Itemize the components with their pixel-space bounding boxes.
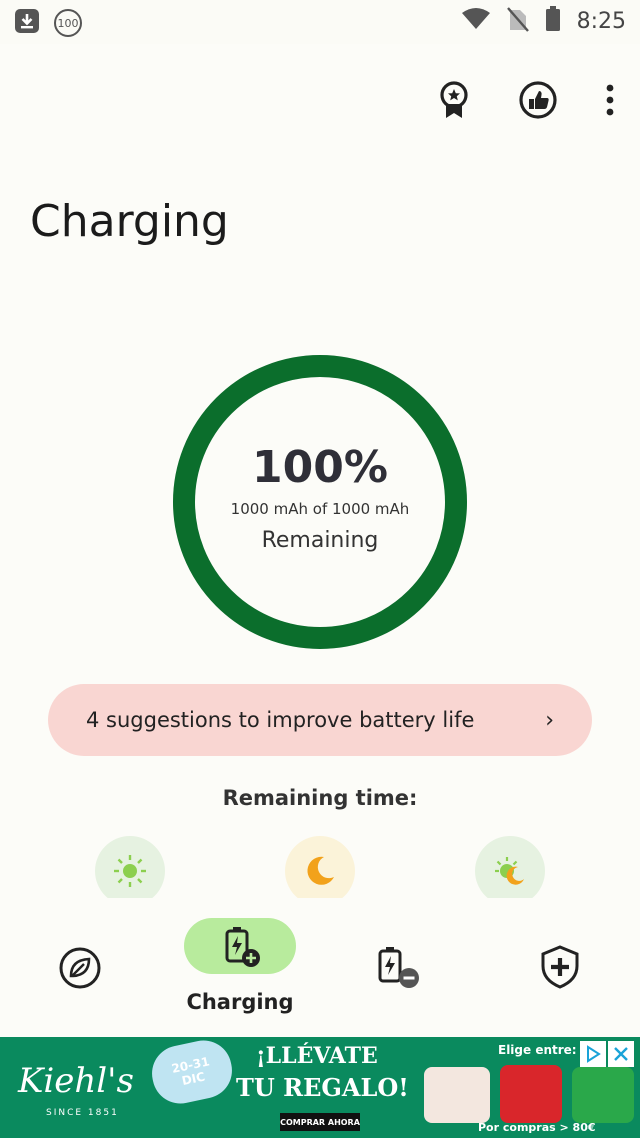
remaining-time-title: Remaining time: [222, 786, 418, 810]
status-bar: 100 8:25 [0, 0, 640, 44]
moon-icon [307, 856, 334, 885]
ad-brand-logo: Kiehl's [18, 1061, 134, 1101]
ad-headline-2: TU REGALO! [236, 1073, 409, 1102]
more-vert-icon [606, 84, 614, 116]
suggestions-button[interactable]: 4 suggestions to improve battery life › [48, 684, 592, 756]
ad-condition-text: Por compras > 80€ [478, 1121, 596, 1134]
ad-product-image [424, 1067, 490, 1123]
ad-choose-text: Elige entre: [498, 1043, 577, 1057]
top-actions [432, 78, 620, 122]
battery-status-icon [545, 6, 561, 36]
more-options-button[interactable] [600, 78, 620, 122]
nav-active-indicator [184, 918, 296, 974]
ad-choices-icon [587, 1045, 601, 1063]
nav-item-eco[interactable] [58, 946, 102, 990]
ad-choices-button[interactable] [580, 1041, 606, 1067]
download-notification-icon [14, 8, 40, 38]
remaining-time-modes [0, 836, 640, 898]
ad-cta-button[interactable]: COMPRAR AHORA [280, 1113, 360, 1131]
suggestions-text: 4 suggestions to improve battery life [86, 708, 475, 732]
battery-percent: 100% [252, 441, 388, 493]
bottom-navigation: Charging [0, 898, 640, 1036]
close-icon [614, 1047, 628, 1061]
battery-state: Remaining [261, 527, 379, 553]
achievements-button[interactable] [432, 78, 476, 122]
rate-button[interactable] [516, 78, 560, 122]
chevron-right-icon: › [545, 707, 554, 733]
sun-moon-icon [495, 857, 524, 885]
ad-brand-since: SINCE 1851 [46, 1108, 119, 1118]
mode-auto[interactable] [475, 836, 545, 898]
ad-product-image [572, 1067, 634, 1123]
no-sim-icon [506, 6, 529, 36]
ad-date-badge: 20-31 DIC [146, 1037, 238, 1109]
nav-item-charging[interactable]: Charging [184, 918, 296, 1014]
shield-plus-icon [541, 945, 579, 989]
page-title: Charging [30, 196, 229, 247]
sun-icon [114, 855, 146, 887]
nav-item-discharging[interactable] [376, 944, 424, 990]
mode-night[interactable] [285, 836, 355, 898]
award-badge-icon [440, 81, 468, 118]
wifi-icon [461, 7, 491, 35]
clock-time: 8:25 [576, 8, 626, 34]
battery-capacity: 1000 mAh of 1000 mAh [230, 499, 410, 518]
battery-ring: 100% 1000 mAh of 1000 mAh Remaining [172, 354, 468, 650]
thumbs-up-icon [519, 81, 557, 119]
ad-product-image [500, 1065, 562, 1123]
battery-charging-plus-icon [225, 927, 260, 967]
nav-item-protection[interactable] [538, 944, 582, 990]
battery-minus-icon [378, 947, 419, 988]
ad-headline-1: ¡LLÉVATE [256, 1043, 378, 1069]
ad-close-button[interactable] [608, 1041, 634, 1067]
ad-banner[interactable]: Kiehl's SINCE 1851 20-31 DIC ¡LLÉVATE TU… [0, 1037, 640, 1138]
mode-day[interactable] [95, 836, 165, 898]
leaf-icon [59, 947, 101, 989]
nav-label-charging: Charging [186, 990, 294, 1014]
badge-count-icon: 100 [54, 9, 82, 37]
